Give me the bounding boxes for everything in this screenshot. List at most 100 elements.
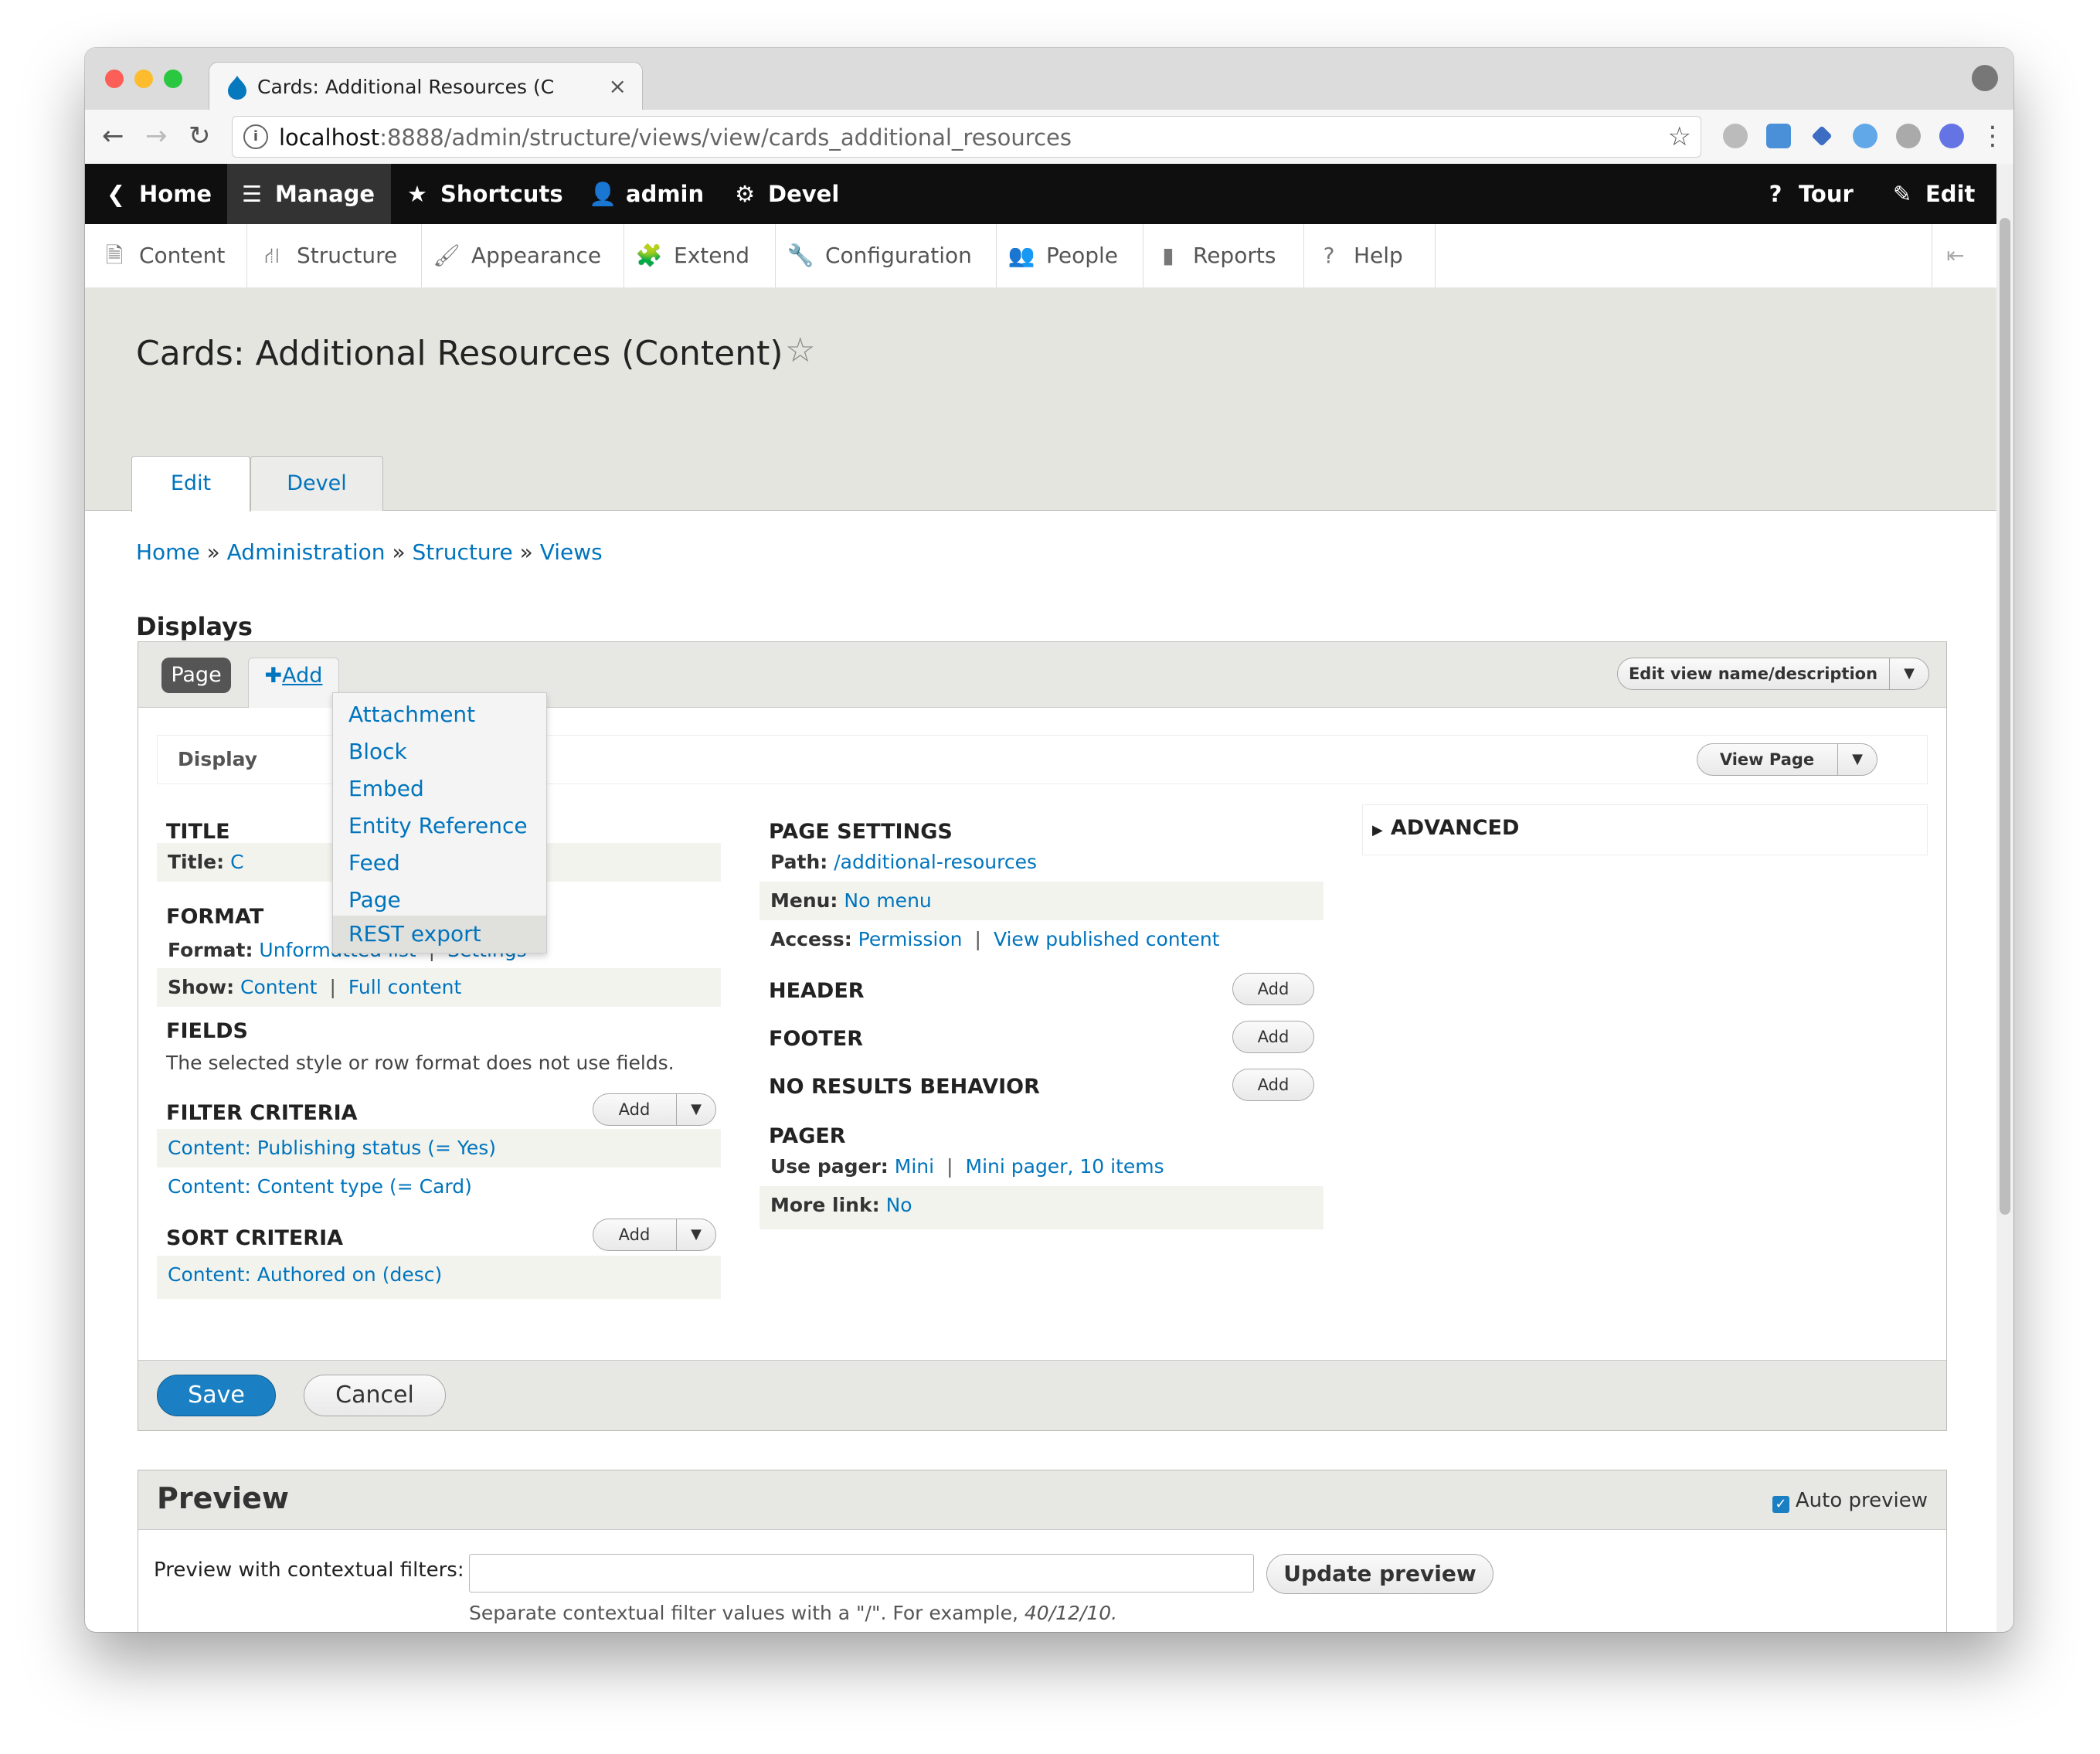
pager-row[interactable]: Use pager: Mini | Mini pager, 10 items (759, 1147, 1324, 1186)
more-link-row[interactable]: More link: No (759, 1186, 1324, 1229)
preview-header: Preview ✓ Auto preview (138, 1470, 1946, 1530)
dropdown-item-page[interactable]: Page (333, 882, 546, 919)
reload-icon[interactable]: ↻ (189, 121, 211, 151)
checkmark-icon[interactable]: ✓ (1772, 1496, 1789, 1513)
back-icon[interactable]: ← (102, 121, 124, 151)
menu-item-help[interactable]: ? Help (1304, 224, 1436, 287)
access-row[interactable]: Access: Permission | View published conten… (759, 920, 1324, 959)
chevron-down-icon[interactable]: ▼ (676, 1219, 715, 1250)
dropdown-item-embed[interactable]: Embed (333, 770, 546, 807)
advanced-toggle[interactable]: ▶ ADVANCED (1372, 816, 1936, 840)
close-icon[interactable]: × (609, 73, 627, 99)
menu-row[interactable]: Menu: No menu (759, 882, 1324, 920)
tab-edit[interactable]: Edit (131, 456, 250, 512)
footer-add-button[interactable]: Add (1232, 1021, 1314, 1053)
sort-row-1[interactable]: Content: Authored on (desc) (157, 1256, 721, 1299)
show-row[interactable]: Show: Content | Full content (157, 968, 721, 1007)
dropdown-item-attachment[interactable]: Attachment (333, 696, 546, 733)
browser-window: Cards: Additional Resources (C × ← → ↻ i… (85, 48, 2013, 1632)
edit-view-name-button[interactable]: Edit view name/description ▼ (1617, 658, 1929, 690)
info-icon[interactable]: i (243, 124, 268, 149)
tab-devel[interactable]: Devel (250, 456, 383, 511)
filter-add-button[interactable]: Add ▼ (593, 1093, 716, 1126)
menu-item-extend[interactable]: 🧩 Extend (624, 224, 776, 287)
dropdown-item-feed[interactable]: Feed (333, 845, 546, 882)
filter-row-1[interactable]: Content: Publishing status (= Yes) (157, 1129, 721, 1168)
extension-drupal-icon[interactable] (1896, 124, 1921, 148)
menu-item-people[interactable]: 👥 People (997, 224, 1143, 287)
profile-icon[interactable] (1972, 65, 1998, 91)
contextual-filters-label: Preview with contextual filters: (154, 1559, 464, 1582)
admin-toolbar: ❮ Home ☰ Manage ★ Shortcuts 👤 admin ⚙ Devel ?… (85, 164, 2013, 224)
close-window-button[interactable] (105, 70, 124, 88)
add-display-dropdown: Attachment Block Embed Entity Reference … (332, 692, 547, 953)
tab-strip: Cards: Additional Resources (C × (85, 48, 2013, 112)
extension-devtools-icon[interactable] (1766, 124, 1791, 148)
dropdown-item-entity-reference[interactable]: Entity Reference (333, 807, 546, 845)
bookmark-star-icon[interactable]: ☆ (1668, 121, 1691, 152)
dropdown-item-rest-export[interactable]: REST export (333, 916, 546, 953)
toolbar-shortcuts[interactable]: ★ Shortcuts (402, 164, 563, 224)
add-display-button[interactable]: ✚Add (248, 658, 339, 708)
display-tab-page[interactable]: Page (161, 658, 231, 693)
gear-icon: ⚙ (735, 181, 755, 207)
page-title: Cards: Additional Resources (Content) (136, 334, 783, 373)
menu-kebab-icon[interactable]: ⋮ (1979, 121, 2006, 151)
page-settings-heading: PAGE SETTINGS (769, 820, 953, 844)
sort-add-button[interactable]: Add ▼ (593, 1219, 716, 1251)
extension-arrow-icon[interactable] (1811, 125, 1833, 147)
toolbar-manage[interactable]: ☰ Manage (227, 164, 391, 224)
column-right: ▶ ADVANCED (1362, 804, 1928, 855)
menu-item-reports[interactable]: ▮ Reports (1143, 224, 1304, 287)
contextual-filters-input[interactable] (469, 1554, 1254, 1593)
user-icon: 👤 (588, 181, 617, 207)
menu-item-content[interactable]: 🗎 Content (85, 224, 247, 287)
url-host: localhost (279, 124, 380, 151)
breadcrumb-structure[interactable]: Structure (412, 539, 512, 565)
display-name-label: Display (178, 748, 258, 770)
toolbar-user[interactable]: 👤 admin (587, 164, 704, 224)
save-button[interactable]: Save (157, 1375, 276, 1416)
page-scrollbar[interactable] (1996, 164, 2013, 1632)
chevron-down-icon[interactable]: ▼ (676, 1094, 715, 1125)
sitemap-icon: ⛙ (264, 243, 280, 268)
pager-heading: PAGER (769, 1124, 846, 1148)
extension-r-icon[interactable] (1939, 124, 1964, 148)
cancel-button[interactable]: Cancel (304, 1375, 446, 1416)
collapse-tray-icon[interactable]: ⇤ (1932, 224, 1979, 287)
filter-row-2[interactable]: Content: Content type (= Card) (157, 1168, 721, 1206)
update-preview-button[interactable]: Update preview (1266, 1554, 1493, 1594)
chevron-down-icon[interactable]: ▼ (1889, 658, 1928, 689)
header-add-button[interactable]: Add (1232, 973, 1314, 1005)
extension-drive-icon[interactable] (1723, 124, 1748, 148)
breadcrumb-views[interactable]: Views (540, 539, 603, 565)
path-row[interactable]: Path: /additional-resources (759, 843, 1324, 882)
chevron-down-icon[interactable]: ▼ (1837, 744, 1877, 775)
extension-snowflake-icon[interactable] (1853, 124, 1877, 148)
breadcrumb-home[interactable]: Home (136, 539, 200, 565)
maximize-window-button[interactable] (164, 70, 182, 88)
menu-item-appearance[interactable]: 🖌 Appearance (422, 224, 624, 287)
view-page-button[interactable]: View Page ▼ (1697, 743, 1877, 776)
puzzle-icon: 🧩 (635, 243, 663, 268)
toolbar-tour[interactable]: ? Tour (1760, 164, 1854, 224)
scrollbar-thumb[interactable] (2000, 218, 2010, 1215)
auto-preview-checkbox[interactable]: ✓ Auto preview (1772, 1489, 1928, 1513)
menu-item-structure[interactable]: ⛙ Structure (247, 224, 422, 287)
no-results-add-button[interactable]: Add (1232, 1069, 1314, 1101)
fields-section-heading: FIELDS (166, 1019, 248, 1043)
minimize-window-button[interactable] (134, 70, 153, 88)
toolbar-devel[interactable]: ⚙ Devel (729, 164, 839, 224)
url-field[interactable]: i localhost:8888/admin/structure/views/v… (232, 116, 1701, 158)
breadcrumb-administration[interactable]: Administration (227, 539, 386, 565)
toolbar-home[interactable]: ❮ Home (100, 164, 212, 224)
star-icon: ★ (407, 181, 427, 207)
toolbar-edit[interactable]: ✎ Edit (1887, 164, 1976, 224)
forward-icon[interactable]: → (145, 121, 168, 151)
shortcut-star-icon[interactable]: ☆ (785, 331, 815, 370)
browser-tab[interactable]: Cards: Additional Resources (C × (209, 62, 643, 112)
hamburger-icon: ☰ (242, 181, 262, 207)
menu-item-configuration[interactable]: 🔧 Configuration (776, 224, 997, 287)
dropdown-item-block[interactable]: Block (333, 733, 546, 770)
column-middle: PAGE SETTINGS Path: /additional-resource… (759, 804, 1324, 1237)
